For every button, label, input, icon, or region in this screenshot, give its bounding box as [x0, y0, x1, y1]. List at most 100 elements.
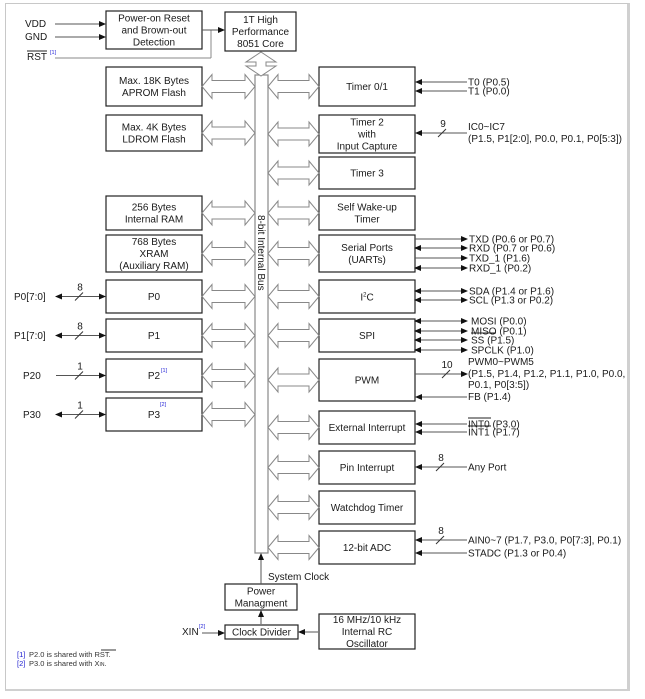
block-spi-bus-arrow	[267, 322, 320, 349]
block-aprom-text: APROM Flash	[122, 88, 186, 99]
block-p2-note-ref: [1]	[161, 368, 168, 374]
core-bus-arrow	[244, 51, 278, 77]
block-uart: Serial Ports(UARTs)	[318, 234, 416, 273]
system-clock-label: System Clock	[268, 572, 330, 583]
block-extint: External Interrupt	[318, 410, 416, 445]
block-p0-bus-arrow	[201, 283, 256, 310]
xin-note-ref: [2]	[199, 624, 206, 630]
oscillator-block-text: Oscillator	[346, 639, 388, 650]
block-wdt-text: Watchdog Timer	[331, 503, 404, 514]
block-wkt-bus-arrow	[267, 199, 320, 227]
block-timer3: Timer 3	[318, 156, 416, 190]
block-iram-bus-arrow	[201, 199, 256, 227]
block-pinint: Pin Interrupt	[318, 450, 416, 485]
i2c-signal-label: SCL (P1.3 or P0.2)	[469, 296, 553, 307]
timer01-signal-label: T1 (P0.0)	[468, 87, 510, 98]
block-p2-pin-width: 1	[77, 362, 83, 373]
rst-label: RST	[27, 52, 47, 63]
adc-width: 8	[438, 526, 444, 537]
block-p1-pin-label: P1[7:0]	[14, 331, 46, 342]
timer2-signal-label: IC0~IC7	[468, 122, 505, 133]
oscillator-block-text: Internal RC	[342, 627, 393, 638]
vdd-label: VDD	[25, 19, 46, 30]
block-uart-text: Serial Ports	[341, 243, 393, 254]
block-timer2: Timer 2withInput Capture	[318, 114, 416, 154]
timer2-signal-detail: (P1.5, P1[2:0], P0.0, P0.1, P0[5:3])	[468, 134, 622, 145]
core-block-text: Performance	[232, 27, 290, 38]
block-aprom: Max. 18K BytesAPROM Flash	[105, 66, 203, 107]
block-p3-pin-label: P30	[23, 410, 41, 421]
block-timer01-bus-arrow	[267, 73, 320, 100]
power-on-reset-block: Power-on Resetand Brown-outDetection	[105, 10, 203, 50]
block-p3-text: P3	[148, 410, 161, 421]
block-pinint-text: Pin Interrupt	[340, 463, 395, 474]
pwm-signal-detail-2: P0.1, P0[3:5])	[468, 380, 529, 391]
oscillator-block-text: 16 MHz/10 kHz	[333, 615, 401, 626]
block-p2-text: P2	[148, 371, 161, 382]
adc-ain-label: AIN0~7 (P1.7, P3.0, P0[7:3], P0.1)	[468, 536, 621, 547]
block-spi: SPI	[318, 318, 416, 353]
block-adc-text: 12-bit ADC	[343, 543, 391, 554]
block-timer01-text: Timer 0/1	[346, 82, 388, 93]
block-pinint-bus-arrow	[267, 454, 320, 481]
block-spi-text: SPI	[359, 331, 375, 342]
clock-divider-block-text: Clock Divider	[232, 628, 292, 639]
core-block-text: 8051 Core	[237, 39, 284, 50]
block-wkt-text: Self Wake-up	[337, 203, 397, 214]
block-p1-bus-arrow	[201, 322, 256, 349]
block-wkt-text: Timer	[354, 215, 380, 226]
block-p2: P2	[105, 358, 203, 393]
block-i2c-text: I2C	[360, 293, 373, 304]
uart-signal-label: RXD_1 (P0.2)	[469, 264, 531, 275]
timer2-width: 9	[440, 119, 446, 130]
power-management-block-text: Managment	[235, 599, 288, 610]
block-aprom-bus-arrow	[201, 73, 256, 100]
pinint-width: 8	[438, 453, 444, 464]
gnd-label: GND	[25, 32, 47, 43]
block-p3-note-ref: [2]	[160, 402, 167, 408]
block-ldrom-bus-arrow	[201, 119, 256, 147]
block-iram: 256 BytesInternal RAM	[105, 195, 203, 231]
power-on-reset-block-text: and Brown-out	[121, 26, 186, 37]
block-uart-text: (UARTs)	[348, 255, 386, 266]
block-iram-text: 256 Bytes	[132, 203, 176, 214]
pwm-signal-detail: (P1.5, P1.4, P1.2, P1.1, P1.0, P0.0,	[468, 369, 625, 380]
block-xram-text: (Auxiliary RAM)	[119, 261, 188, 272]
footnote-1-text: P2.0 is shared with RST.	[29, 650, 111, 659]
block-xram: 768 BytesXRAM(Auxiliary RAM)	[105, 234, 203, 273]
block-p1-text: P1	[148, 331, 161, 342]
block-timer2-text: with	[357, 130, 376, 141]
power-on-reset-block-text: Power-on Reset	[118, 14, 190, 25]
footnote-2-text: P3.0 is shared with XIN.	[29, 659, 107, 668]
block-p3: P3	[105, 397, 203, 432]
block-p2-bus-arrow	[201, 362, 256, 389]
block-xram-text: 768 Bytes	[132, 237, 176, 248]
block-p0-text: P0	[148, 292, 161, 303]
block-p0-pin-label: P0[7:0]	[14, 292, 46, 303]
block-ldrom-text: Max. 4K Bytes	[122, 123, 186, 134]
block-timer01: Timer 0/1	[318, 66, 416, 107]
power-management-block: PowerManagment	[224, 583, 298, 611]
block-wkt: Self Wake-upTimer	[318, 195, 416, 231]
block-i2c-bus-arrow	[267, 283, 320, 310]
pwm-width: 10	[441, 360, 453, 371]
extint-signal-label: INT1 (P1.7)	[468, 428, 520, 439]
oscillator-block: 16 MHz/10 kHzInternal RCOscillator	[318, 613, 416, 650]
xin-label: XIN	[182, 627, 199, 638]
block-p2-pin-label: P20	[23, 371, 41, 382]
block-timer3-bus-arrow	[267, 159, 320, 187]
block-p1-pin-width: 8	[77, 322, 83, 333]
footnote-2-ref: [2]	[17, 659, 25, 668]
block-p0: P0	[105, 279, 203, 314]
block-diagram: 8-bit Internal Bus Power-on Resetand Bro…	[14, 10, 625, 668]
block-aprom-text: Max. 18K Bytes	[119, 76, 189, 87]
block-xram-text: XRAM	[140, 249, 169, 260]
block-iram-text: Internal RAM	[125, 215, 183, 226]
core-block-text: 1T High	[243, 15, 278, 26]
block-uart-bus-arrow	[267, 240, 320, 267]
core-block: 1T HighPerformance8051 Core	[224, 11, 297, 52]
block-adc-bus-arrow	[267, 534, 320, 561]
adc-stadc-label: STADC (P1.3 or P0.4)	[468, 549, 566, 560]
block-pwm: PWM	[318, 358, 416, 402]
power-management-block-text: Power	[247, 587, 276, 598]
